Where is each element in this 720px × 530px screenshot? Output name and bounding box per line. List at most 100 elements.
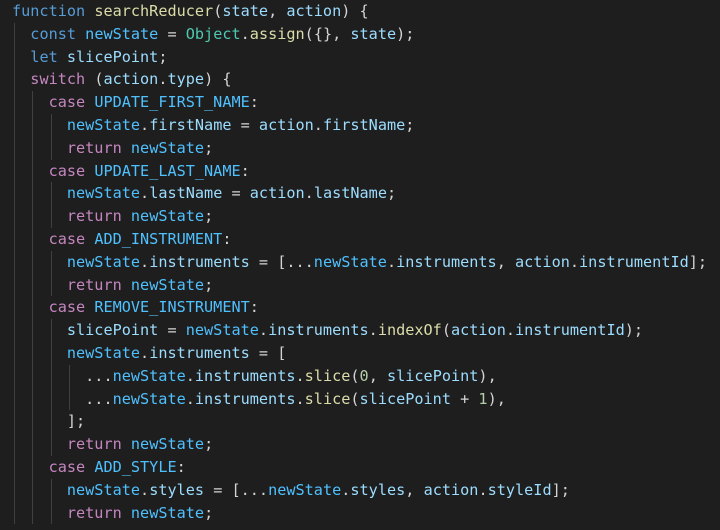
indent-guide — [14, 296, 15, 320]
code-token: styles — [350, 480, 406, 499]
code-token: = [... — [204, 480, 269, 499]
code-line[interactable]: const newState = Object.assign({}, state… — [0, 22, 720, 46]
code-line[interactable]: case UPDATE_FIRST_NAME: — [0, 91, 720, 114]
indent-guide — [50, 410, 52, 434]
code-token: . — [505, 321, 516, 340]
code-line[interactable]: case REMOVE_INSTRUMENT: — [0, 296, 720, 320]
code-token: switch — [30, 70, 86, 89]
code-line[interactable]: return newState; — [0, 501, 720, 525]
code-token: newState — [130, 503, 205, 522]
code-token: , — [268, 2, 287, 20]
code-token: instrumentId — [579, 252, 689, 271]
code-line[interactable]: switch (action.type) { — [0, 68, 720, 92]
code-line[interactable]: slicePoint = newState.instruments.indexO… — [0, 319, 720, 342]
indent-guide — [50, 478, 52, 502]
code-token: . — [569, 252, 580, 271]
code-token: instruments — [194, 366, 296, 385]
indent-guide — [14, 205, 15, 228]
code-token: newState — [66, 184, 141, 203]
code-token: slice — [304, 366, 351, 385]
code-token: : — [249, 93, 259, 112]
code-token: slicePoint — [386, 366, 479, 385]
code-line[interactable]: newState.instruments = [ — [0, 341, 720, 365]
code-token: ADD_INSTRUMENT — [94, 229, 223, 248]
code-line[interactable]: case ADD_STYLE: — [0, 455, 720, 479]
code-token: UPDATE_FIRST_NAME — [94, 93, 250, 112]
code-token: 1 — [478, 389, 488, 408]
code-token: ; — [204, 503, 214, 522]
code-line[interactable]: ]; — [0, 410, 720, 434]
indent-guide — [32, 387, 34, 411]
code-line[interactable]: newState.instruments = [...newState.inst… — [0, 250, 720, 274]
code-token: state — [222, 2, 269, 20]
code-line[interactable]: return newState; — [0, 433, 720, 456]
code-token: return — [66, 503, 122, 522]
indent-guide — [14, 478, 15, 502]
indent-guide — [32, 455, 34, 479]
code-token: = [... — [249, 252, 314, 271]
indent-guide — [32, 113, 34, 137]
code-token: = — [158, 24, 186, 43]
indent-guide — [32, 182, 34, 206]
code-token: ]; — [688, 252, 708, 271]
indent-guide — [50, 250, 52, 274]
code-line[interactable]: return newState; — [0, 136, 720, 160]
code-token: REMOVE_INSTRUMENT — [94, 298, 250, 317]
code-token: state — [350, 24, 397, 43]
indent-guide — [14, 91, 15, 114]
code-token: . — [258, 321, 269, 340]
code-token: newState — [85, 24, 159, 43]
code-token: = [ — [249, 343, 287, 362]
code-token: instruments — [194, 389, 296, 408]
code-token: = — [158, 321, 186, 340]
code-line[interactable]: return newState; — [0, 205, 720, 228]
code-token: . — [158, 70, 168, 89]
code-line[interactable]: function searchReducer(state, action) { — [0, 0, 720, 23]
code-line[interactable]: newState.styles = [...newState.styles, a… — [0, 478, 720, 502]
code-line[interactable]: case ADD_INSTRUMENT: — [0, 227, 720, 251]
code-token: . — [240, 24, 250, 43]
code-editor[interactable]: function searchReducer(state, action) { … — [0, 0, 720, 530]
code-token: instrumentId — [515, 321, 625, 340]
indent-guide — [14, 113, 15, 137]
indent-guide — [32, 341, 34, 365]
code-line[interactable]: case UPDATE_LAST_NAME: — [0, 159, 720, 183]
code-line[interactable]: ...newState.instruments.slice(slicePoint… — [0, 387, 720, 411]
code-line[interactable]: ...newState.instruments.slice(0, slicePo… — [0, 364, 720, 388]
indent-guide — [14, 410, 15, 434]
code-token: . — [295, 366, 305, 385]
code-line[interactable]: newState.firstName = action.firstName; — [0, 113, 720, 137]
indent-guide — [50, 136, 52, 160]
code-token: . — [140, 343, 150, 362]
code-token: searchReducer — [94, 2, 214, 20]
code-line[interactable]: return newState; — [0, 273, 720, 297]
indent-guide — [14, 341, 15, 365]
code-token: : — [222, 229, 232, 248]
code-token: firstName — [149, 115, 232, 134]
code-token: ADD_STYLE — [94, 457, 177, 476]
code-line[interactable]: newState.lastName = action.lastName; — [0, 182, 720, 206]
code-token: action — [450, 321, 506, 340]
code-token: ( — [350, 366, 360, 385]
indent-guide — [32, 205, 34, 228]
code-token: . — [478, 480, 488, 499]
indent-guide — [50, 341, 52, 365]
code-token: . — [304, 184, 314, 203]
indent-guide — [32, 296, 34, 320]
code-token: = — [231, 115, 259, 134]
code-token: styleId — [487, 480, 552, 499]
code-line[interactable]: let slicePoint; — [0, 45, 720, 69]
code-token: newState — [268, 480, 342, 499]
indent-guide — [32, 501, 34, 525]
